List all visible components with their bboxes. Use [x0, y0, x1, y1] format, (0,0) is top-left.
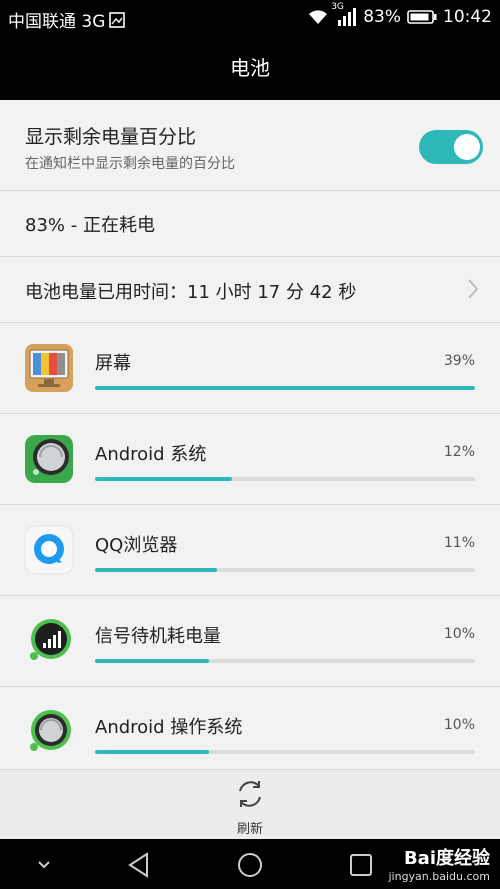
screen-icon: [25, 344, 73, 392]
app-percent: 10%: [443, 717, 475, 733]
refresh-icon[interactable]: [234, 778, 266, 810]
app-row-android-system[interactable]: Android 系统 12%: [0, 414, 500, 505]
watermark: Bai度经验 jingyan.baidu.com: [388, 844, 490, 883]
image-notification-icon: [109, 11, 126, 28]
show-percent-title: 显示剩余电量百分比: [25, 126, 197, 148]
status-right: 3G 83% 10:42: [307, 2, 492, 27]
usage-bar: [95, 477, 475, 481]
usage-bar-fill: [95, 568, 217, 572]
refresh-label[interactable]: 刷新: [0, 818, 500, 837]
app-row-signal-standby[interactable]: 信号待机耗电量 10%: [0, 596, 500, 687]
app-name: QQ浏览器: [95, 535, 178, 556]
usage-bar: [95, 568, 475, 572]
carrier-label: 中国联通 3G: [8, 12, 106, 32]
android-system-icon: [25, 435, 73, 483]
usage-bar-fill: [95, 750, 209, 754]
watermark-main: Bai度经验: [403, 848, 490, 869]
clock: 10:42: [443, 7, 492, 27]
refresh-bar: 刷新: [0, 769, 500, 839]
battery-content: 显示剩余电量百分比 在通知栏中显示剩余电量的百分比 83% - 正在耗电 电池电…: [0, 100, 500, 777]
app-name: Android 操作系统: [95, 717, 243, 738]
usage-bar-fill: [95, 386, 475, 390]
app-percent: 12%: [443, 444, 475, 460]
battery-icon: [407, 10, 437, 24]
status-bar: 中国联通 3G 3G 83% 10:42: [0, 0, 500, 36]
usage-bar: [95, 659, 475, 663]
app-percent: 10%: [443, 626, 475, 642]
recents-icon[interactable]: [347, 851, 375, 879]
usage-bar-fill: [95, 659, 209, 663]
chevron-down-icon[interactable]: [30, 851, 58, 879]
watermark-sub: jingyan.baidu.com: [388, 870, 490, 883]
qq-browser-icon: [24, 525, 74, 575]
usage-time-text: 电池电量已用时间：11 小时 17 分 42 秒: [25, 282, 357, 303]
page-title: 电池: [0, 36, 500, 100]
usage-bar: [95, 386, 475, 390]
battery-status-row: 83% - 正在耗电: [0, 191, 500, 257]
show-percent-setting[interactable]: 显示剩余电量百分比 在通知栏中显示剩余电量的百分比: [0, 100, 500, 191]
app-name: 屏幕: [95, 353, 131, 374]
toggle-knob: [454, 134, 480, 160]
usage-time-row[interactable]: 电池电量已用时间：11 小时 17 分 42 秒: [0, 257, 500, 323]
usage-bar-fill: [95, 477, 232, 481]
battery-percent: 83%: [363, 7, 401, 27]
app-percent: 39%: [443, 353, 475, 369]
wifi-icon: [309, 10, 328, 24]
app-row-android-os[interactable]: Android 操作系统 10%: [0, 687, 500, 777]
show-percent-description: 在通知栏中显示剩余电量的百分比: [25, 156, 235, 172]
usage-bar: [95, 750, 475, 754]
app-percent: 11%: [443, 535, 475, 551]
app-row-qq-browser[interactable]: QQ浏览器 11%: [0, 505, 500, 596]
app-name: Android 系统: [95, 444, 207, 465]
back-icon[interactable]: [125, 851, 153, 879]
chevron-right-icon: [468, 279, 479, 299]
signal-group: 3G: [331, 2, 357, 26]
app-row-screen[interactable]: 屏幕 39%: [0, 323, 500, 414]
status-left: 中国联通 3G: [8, 7, 126, 32]
app-name: 信号待机耗电量: [95, 626, 221, 647]
signal-icon: [338, 8, 357, 26]
signal-standby-icon: [30, 619, 71, 660]
android-os-icon: [30, 710, 71, 751]
home-icon[interactable]: [236, 851, 264, 879]
battery-status-text: 83% - 正在耗电: [25, 215, 155, 236]
